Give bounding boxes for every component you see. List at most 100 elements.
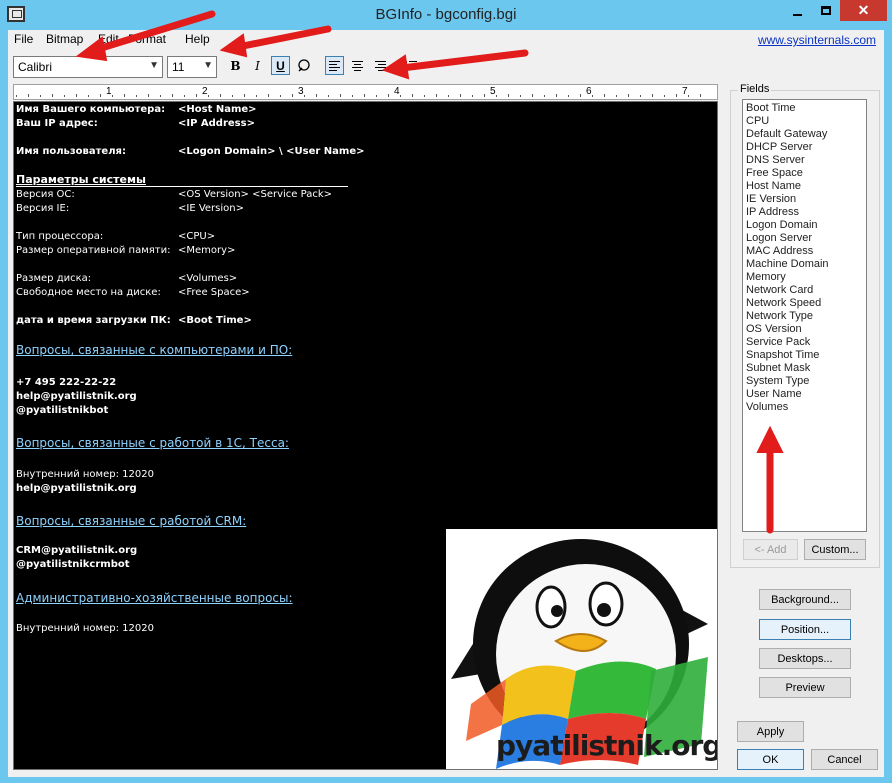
template-editor[interactable]: Имя Вашего компьютера: <Host Name> Ваш IP…: [13, 101, 718, 770]
field-item[interactable]: DHCP Server: [746, 141, 863, 154]
line-value: <CPU>: [178, 231, 216, 242]
line-value: <Host Name>: [178, 104, 257, 115]
menu-help[interactable]: Help: [185, 32, 210, 46]
field-item[interactable]: Network Speed: [746, 297, 863, 310]
ruler-tick: [412, 94, 413, 97]
contact-email: help@pyatilistnik.org: [16, 391, 137, 402]
field-item[interactable]: Network Type: [746, 310, 863, 323]
ruler-tick: [268, 94, 269, 97]
ruler-tick: [112, 95, 113, 97]
ruler-tick: [100, 94, 101, 97]
menu-file[interactable]: File: [14, 32, 33, 46]
field-item[interactable]: Free Space: [746, 167, 863, 180]
italic-icon: I: [255, 58, 260, 73]
field-item[interactable]: Memory: [746, 271, 863, 284]
client-area: File Bitmap Edit Format Help www.sysinte…: [8, 30, 884, 777]
ruler-tick: [604, 94, 605, 97]
field-item[interactable]: User Name: [746, 388, 863, 401]
ruler-tick: [688, 95, 689, 97]
line-value: <Memory>: [178, 245, 236, 256]
custom-field-button[interactable]: Custom...: [804, 539, 866, 560]
add-field-button[interactable]: <- Add: [743, 539, 798, 560]
field-item[interactable]: DNS Server: [746, 154, 863, 167]
maximize-button[interactable]: [812, 0, 840, 21]
field-item[interactable]: Snapshot Time: [746, 349, 863, 362]
sysinternals-link[interactable]: www.sysinternals.com: [758, 33, 876, 47]
ok-button[interactable]: OK: [737, 749, 804, 770]
line-value: <IE Version>: [178, 203, 244, 214]
minimize-button[interactable]: [782, 0, 812, 21]
ruler-tick: [436, 94, 437, 97]
field-item[interactable]: Boot Time: [746, 102, 863, 115]
line-value: <Boot Time>: [178, 315, 252, 326]
line-value: <Logon Domain> \ <User Name>: [178, 146, 365, 157]
ruler-number: 2: [202, 86, 208, 97]
font-size-combo[interactable]: 11 ▼: [167, 56, 217, 78]
ruler-tick: [664, 95, 665, 97]
field-item[interactable]: Logon Domain: [746, 219, 863, 232]
window-title: BGInfo - bgconfig.bgi: [375, 6, 517, 23]
chevron-down-icon: ▼: [203, 60, 213, 71]
align-center-icon: [352, 60, 363, 71]
ruler-tick: [280, 95, 281, 97]
ruler-tick: [580, 94, 581, 97]
ruler-tick: [232, 95, 233, 97]
format-toolbar: Calibri ▼ 11 ▼ B I U: [8, 50, 884, 80]
field-item[interactable]: CPU: [746, 115, 863, 128]
ruler-number: 4: [394, 86, 400, 97]
bullets-button[interactable]: [401, 56, 420, 75]
field-item[interactable]: System Type: [746, 375, 863, 388]
ruler-tick: [592, 95, 593, 97]
cancel-button[interactable]: Cancel: [811, 749, 878, 770]
line-value: <IP Address>: [178, 118, 255, 129]
field-item[interactable]: IP Address: [746, 206, 863, 219]
field-item[interactable]: Volumes: [746, 401, 863, 414]
underline-button[interactable]: U: [271, 56, 290, 75]
position-button[interactable]: Position...: [759, 619, 851, 640]
ruler-number: 3: [298, 86, 304, 97]
line-value: <OS Version> <Service Pack>: [178, 189, 332, 200]
ruler-tick: [52, 94, 53, 97]
ruler-tick: [244, 94, 245, 97]
ruler-tick: [424, 95, 425, 97]
desktops-button[interactable]: Desktops...: [759, 648, 851, 669]
insert-image-button[interactable]: [294, 56, 313, 75]
field-item[interactable]: Default Gateway: [746, 128, 863, 141]
fields-list[interactable]: Boot Time CPU Default Gateway DHCP Server DN…: [742, 99, 867, 532]
ruler-tick: [208, 95, 209, 97]
close-button[interactable]: ✕: [840, 0, 887, 21]
field-item[interactable]: MAC Address: [746, 245, 863, 258]
font-combo[interactable]: Calibri ▼: [13, 56, 163, 78]
field-item[interactable]: OS Version: [746, 323, 863, 336]
title-bar[interactable]: BGInfo - bgconfig.bgi ✕: [0, 0, 892, 30]
logo-text: pyatilistnik.org: [496, 729, 718, 762]
background-button[interactable]: Background...: [759, 589, 851, 610]
logo-image[interactable]: pyatilistnik.org: [446, 529, 718, 769]
menu-edit[interactable]: Edit: [98, 32, 119, 46]
field-item[interactable]: Machine Domain: [746, 258, 863, 271]
ruler-number: 7: [682, 86, 688, 97]
field-item[interactable]: Subnet Mask: [746, 362, 863, 375]
preview-button[interactable]: Preview: [759, 677, 851, 698]
field-item[interactable]: IE Version: [746, 193, 863, 206]
ruler-tick: [472, 95, 473, 97]
align-right-button[interactable]: [371, 56, 390, 75]
align-center-button[interactable]: [348, 56, 367, 75]
italic-button[interactable]: I: [248, 56, 267, 75]
field-item[interactable]: Host Name: [746, 180, 863, 193]
apply-button[interactable]: Apply: [737, 721, 804, 742]
bold-button[interactable]: B: [226, 56, 245, 75]
align-left-button[interactable]: [325, 56, 344, 75]
field-item[interactable]: Logon Server: [746, 232, 863, 245]
menu-format[interactable]: Format: [128, 32, 166, 46]
ruler-tick: [496, 95, 497, 97]
1c-heading: Вопросы, связанные с работой в 1С, Тесса…: [16, 436, 289, 450]
field-item[interactable]: Network Card: [746, 284, 863, 297]
close-icon: ✕: [857, 2, 870, 18]
ruler-tick: [28, 94, 29, 97]
menu-bitmap[interactable]: Bitmap: [46, 32, 83, 46]
ruler-tick: [568, 95, 569, 97]
field-item[interactable]: Service Pack: [746, 336, 863, 349]
section-title: Параметры системы: [16, 173, 348, 187]
ruler-tick: [64, 95, 65, 97]
